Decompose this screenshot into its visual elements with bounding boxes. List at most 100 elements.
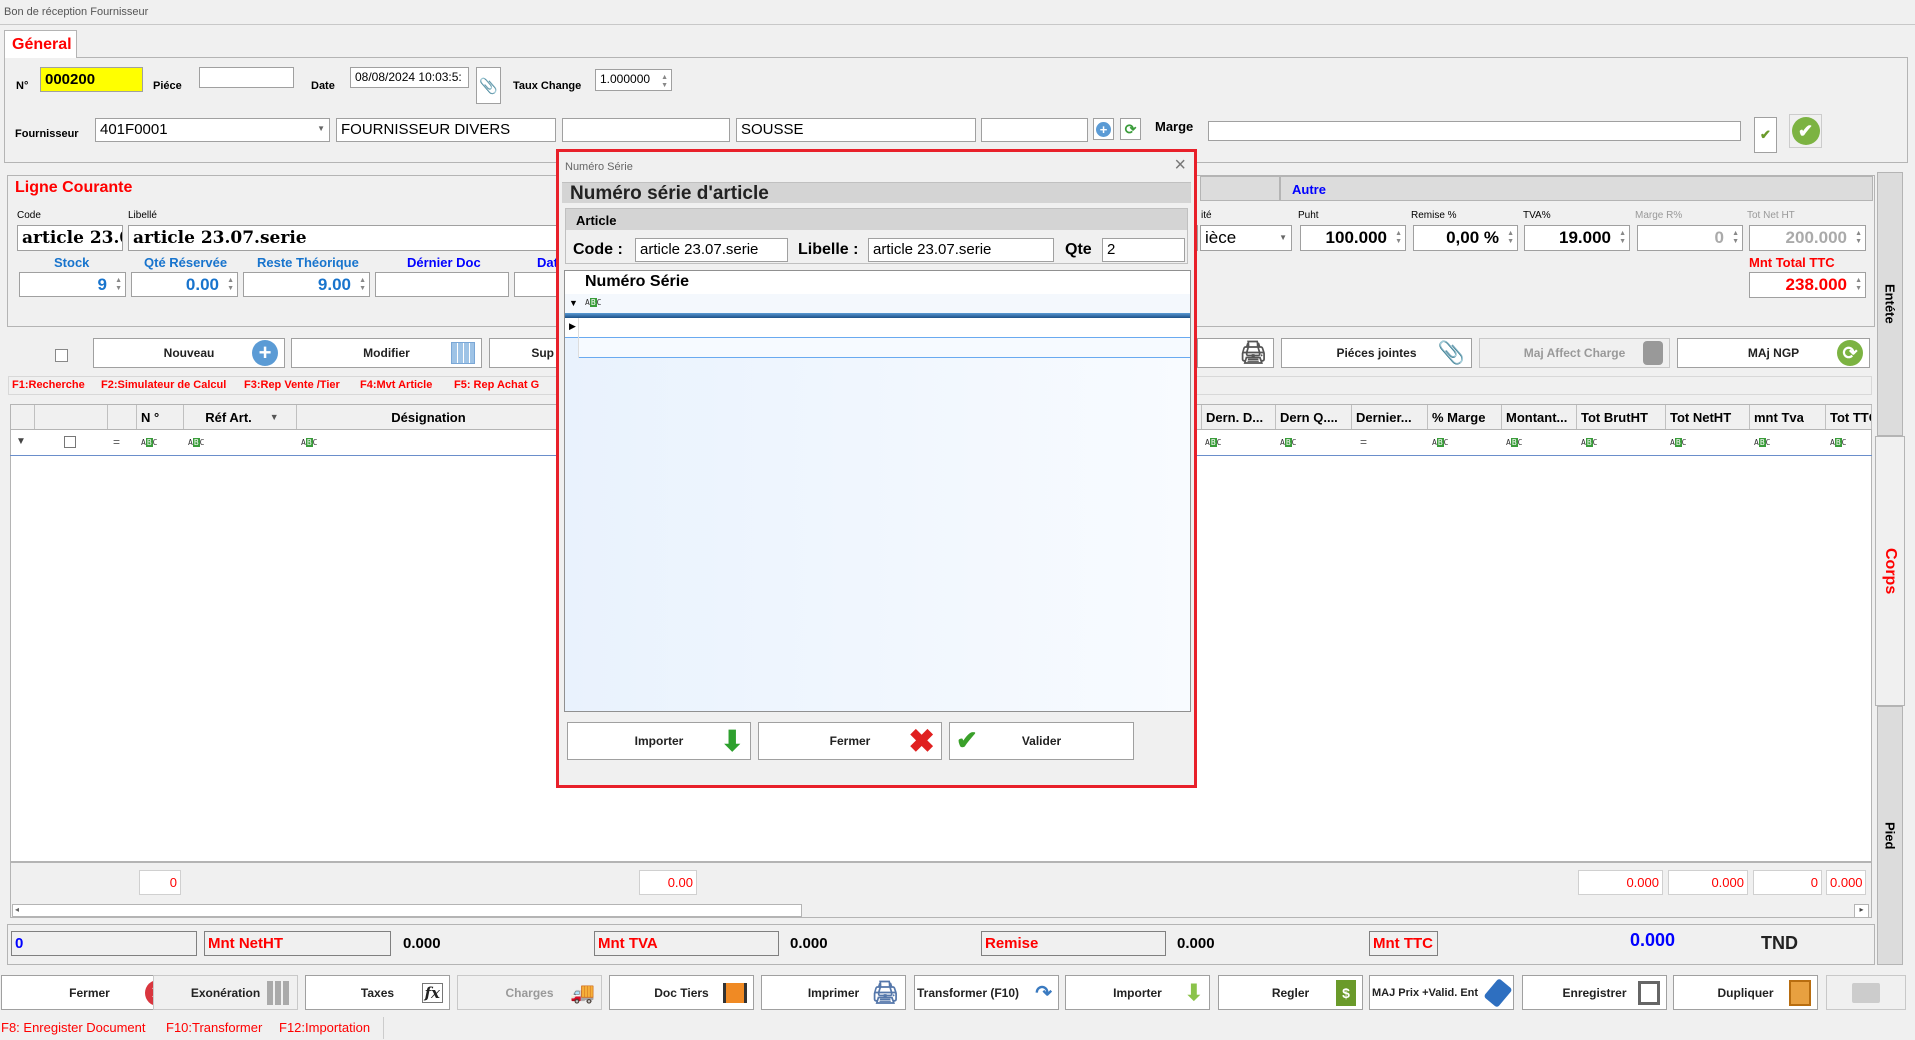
nouveau-button[interactable]: Nouveau + [93, 338, 285, 368]
validate-button[interactable]: ✔ [1789, 114, 1822, 148]
col-header-ref[interactable]: Réf Art. ▼ [184, 405, 297, 429]
imprimer-button[interactable]: Imprimer 🖨 [761, 975, 906, 1010]
abc-filter-icon[interactable]: ABC [1506, 438, 1522, 447]
tva-field[interactable]: 19.000 ▲ ▼ [1524, 225, 1630, 251]
col-header-montant[interactable]: Montant... [1502, 405, 1577, 429]
fournisseur-combo[interactable]: 401F0001 ▼ [95, 118, 330, 142]
abc-filter-icon[interactable]: ABC [1432, 438, 1448, 447]
add-fournisseur-button[interactable]: + [1093, 118, 1114, 140]
abc-filter-icon[interactable]: ABC [141, 438, 157, 447]
price-tag-icon [1483, 977, 1513, 1008]
date-label: Date [311, 80, 335, 92]
refresh-button[interactable]: ⟳ [1120, 118, 1141, 140]
fournisseur-field-4 [981, 118, 1088, 142]
code-field[interactable]: article 23.07 [17, 225, 123, 251]
print-line-button[interactable]: 🖨 [1197, 338, 1274, 368]
abc-filter-icon[interactable]: ABC [1581, 438, 1597, 447]
col-header-marge[interactable]: % Marge [1428, 405, 1502, 429]
side-tab-pied[interactable]: Pied [1877, 706, 1903, 965]
col-header-designation[interactable]: Désignation [297, 405, 557, 429]
pieces-label: Piéces jointes [1336, 346, 1417, 360]
taxes-button[interactable]: Taxes fx [305, 975, 450, 1010]
tab-prix[interactable] [1200, 176, 1280, 201]
maj-prix-button[interactable]: MAJ Prix +Valid. Ent [1369, 975, 1514, 1010]
remise-field[interactable]: 0,00 % ▲ ▼ [1413, 225, 1518, 251]
tab-general[interactable]: Géneral [4, 30, 77, 58]
mnt-total-ttc-field: 238.000 ▲ ▼ [1749, 272, 1866, 298]
marge-field[interactable] [1208, 121, 1741, 141]
col-header-dern-q[interactable]: Dern Q.... [1276, 405, 1352, 429]
dialog-valider-button[interactable]: ✔ Valider [949, 722, 1134, 760]
abc-filter-icon[interactable]: ABC [1280, 438, 1296, 447]
filter-icon[interactable]: ▼ [16, 436, 26, 447]
unite-combo[interactable]: ièce ▼ [1200, 225, 1292, 251]
abc-filter-icon[interactable]: ABC [188, 438, 204, 447]
enregistrer-button[interactable]: Enregistrer [1522, 975, 1667, 1010]
check-icon: ✔ [956, 725, 978, 755]
small-check-button[interactable]: ✔ [1754, 117, 1777, 153]
open-folder-button[interactable] [1826, 975, 1906, 1010]
tab-autre[interactable]: Autre [1280, 176, 1873, 201]
scroll-right-icon[interactable]: ▸ [1854, 904, 1869, 918]
serial-row[interactable]: ▶ [565, 318, 1190, 338]
fournisseur-label: Fournisseur [15, 128, 79, 140]
col-header-dernier[interactable]: Dernier... [1352, 405, 1428, 429]
dialog-libelle-field[interactable]: article 23.07.serie [868, 238, 1054, 262]
dialog-code-field[interactable]: article 23.07.serie [635, 238, 788, 262]
serial-row[interactable] [579, 338, 1190, 358]
abc-filter-icon[interactable]: ABC [585, 298, 601, 307]
row-pointer-icon: ▶ [569, 321, 576, 331]
transformer-button[interactable]: Transformer (F10) ↷ [914, 975, 1059, 1010]
horizontal-scrollbar[interactable]: ◂ [12, 904, 802, 917]
col-header-tot-ttc[interactable]: Tot TTC [1826, 405, 1872, 429]
pieces-jointes-button[interactable]: Piéces jointes 📎 [1281, 338, 1472, 368]
dialog-fermer-button[interactable]: Fermer ✖ [758, 722, 942, 760]
abc-filter-icon[interactable]: ABC [1754, 438, 1770, 447]
serial-filter-row[interactable]: ▼ ABC [565, 294, 1190, 313]
col-header-dern-d[interactable]: Dern. D... [1201, 405, 1276, 429]
regler-button[interactable]: Regler $ [1218, 975, 1363, 1010]
doc-tiers-button[interactable]: Doc Tiers [609, 975, 754, 1010]
footer-qty: 0.00 [639, 870, 697, 895]
abc-filter-icon[interactable]: ABC [301, 438, 317, 447]
maj-affect-charge-button[interactable]: Maj Affect Charge [1479, 338, 1670, 368]
col-header-tot-net[interactable]: Tot NetHT [1666, 405, 1750, 429]
mnt-tva-label: Mnt TVA [594, 931, 779, 956]
refresh-icon: ⟳ [1124, 120, 1137, 137]
plus-circle-icon: + [252, 340, 278, 366]
download-arrow-icon: ⬇ [720, 725, 744, 757]
document-number-field[interactable]: 000200 [40, 67, 143, 92]
filter-icon[interactable]: ▼ [569, 298, 578, 308]
puht-field[interactable]: 100.000 ▲ ▼ [1300, 225, 1406, 251]
dialog-qte-field[interactable]: 2 [1102, 238, 1185, 262]
filter-checkbox[interactable] [64, 436, 76, 448]
col-header-tot-brut[interactable]: Tot BrutHT [1577, 405, 1666, 429]
dupliquer-button[interactable]: Dupliquer [1673, 975, 1818, 1010]
unite-value: ièce [1205, 228, 1237, 247]
charges-button[interactable]: Charges 🚚 [457, 975, 602, 1010]
col-header-no[interactable]: N ° [137, 405, 184, 429]
taux-change-field[interactable]: 1.000000 ▲ ▼ [595, 69, 672, 91]
abc-filter-icon[interactable]: ABC [1205, 438, 1221, 447]
shortcut-f2: F2:Simulateur de Calcul [101, 379, 227, 391]
abc-filter-icon[interactable]: ABC [1830, 438, 1846, 447]
modifier-button[interactable]: Modifier [291, 338, 482, 368]
col-header-numero-serie[interactable]: Numéro Série [585, 273, 689, 291]
side-tab-entete[interactable]: Entéte [1877, 172, 1903, 436]
fermer-button[interactable]: Fermer✕ [1, 975, 178, 1010]
select-all-checkbox[interactable] [55, 349, 68, 362]
close-icon[interactable]: × [1174, 154, 1186, 177]
col-header-mnt-tva[interactable]: mnt Tva [1750, 405, 1826, 429]
importer-button[interactable]: Importer ⬇ [1065, 975, 1210, 1010]
spinner-icon[interactable]: ▲ ▼ [661, 74, 668, 90]
serial-grid[interactable]: Numéro Série ▼ ABC ▶ [564, 270, 1191, 712]
maj-ngp-button[interactable]: MAj NGP ⟳ [1677, 338, 1870, 368]
exoneration-button[interactable]: Exonération [153, 975, 298, 1010]
supprimer-label: Sup [531, 346, 554, 360]
abc-filter-icon[interactable]: ABC [1670, 438, 1686, 447]
side-tab-corps[interactable]: Corps [1875, 436, 1905, 706]
attach-button[interactable]: 📎 [476, 67, 501, 104]
date-field[interactable]: 08/08/2024 10:03:5: [350, 67, 469, 88]
piece-field[interactable] [199, 67, 294, 88]
dialog-importer-button[interactable]: Importer ⬇ [567, 722, 751, 760]
